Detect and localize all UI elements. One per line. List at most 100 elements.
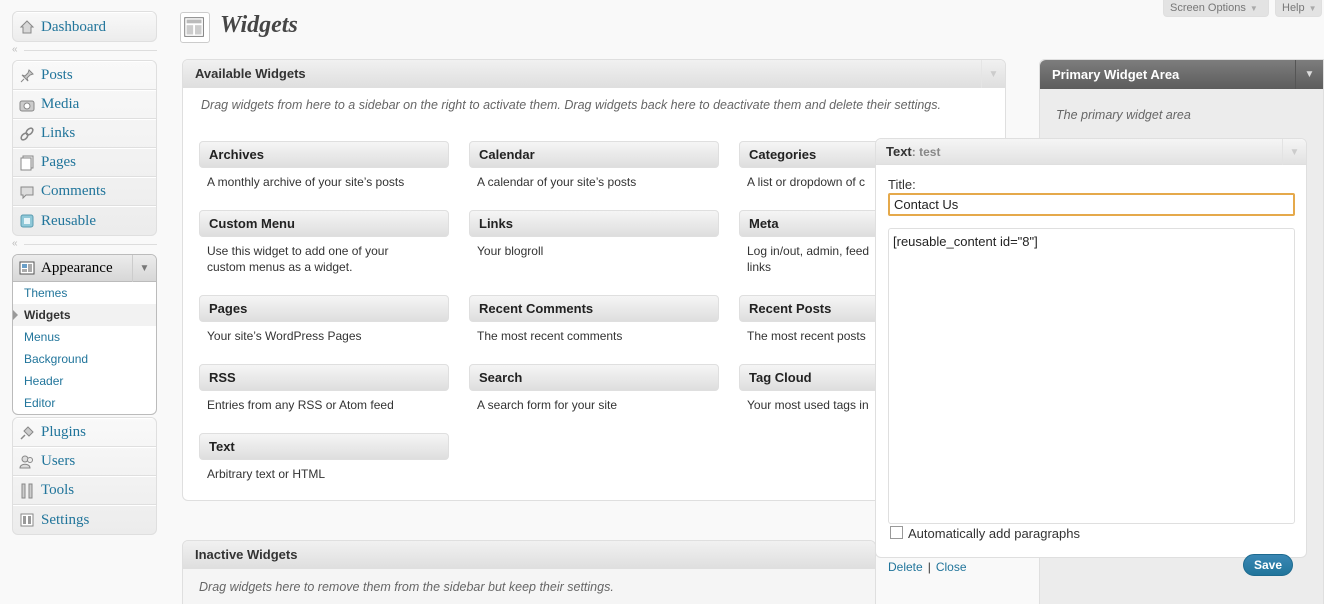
caret-down-icon: ▼ <box>1249 3 1258 13</box>
widget-calendar[interactable]: Calendar <box>469 141 719 168</box>
widget-description: Arbitrary text or HTML <box>207 467 326 481</box>
widget-title: Search <box>479 370 523 385</box>
widget-description: Your blogroll <box>477 244 544 258</box>
widget-title: Pages <box>209 301 248 316</box>
menu-label-pages: Pages <box>41 154 76 170</box>
users-icon <box>19 454 35 470</box>
widget-description: The most recent comments <box>477 329 623 343</box>
widget-rss[interactable]: RSS <box>199 364 449 391</box>
menu-item-comments[interactable]: Comments <box>13 177 156 206</box>
menu-item-plugins[interactable]: Plugins <box>13 418 156 447</box>
widget-links[interactable]: Links <box>469 210 719 237</box>
menu-item-tools[interactable]: Tools <box>13 476 156 505</box>
widget-pages[interactable]: Pages <box>199 295 449 322</box>
caret-down-icon: ▼ <box>1308 3 1317 13</box>
widget-title: Categories <box>749 147 817 162</box>
plug-icon <box>19 425 35 441</box>
auto-paragraphs-label: Automatically add paragraphs <box>908 526 1080 541</box>
primary-widget-area-header[interactable]: Primary Widget Area ▼ <box>1040 60 1323 89</box>
title-label: Title: <box>888 177 916 192</box>
menu-item-reusable[interactable]: Reusable <box>13 206 156 235</box>
widget-description: Your site’s WordPress Pages <box>207 329 362 343</box>
submenu-item-themes[interactable]: Themes <box>13 282 156 304</box>
widget-title: Archives <box>209 147 264 162</box>
close-link[interactable]: Close <box>936 560 967 574</box>
submenu-item-background[interactable]: Background <box>13 348 156 370</box>
menu-group-content: Posts Media Links Pages Comments Reusabl… <box>12 60 157 236</box>
menu-group-dashboard: Dashboard <box>12 11 157 42</box>
menu-group-appearance: Appearance ▼ Themes Widgets Menus Backgr… <box>12 254 157 415</box>
inactive-widgets-description: Drag widgets here to remove them from th… <box>199 580 614 594</box>
menu-item-posts[interactable]: Posts <box>13 61 156 90</box>
inactive-widgets-panel: Inactive Widgets Drag widgets here to re… <box>182 540 876 604</box>
link-icon <box>19 126 35 142</box>
menu-item-pages[interactable]: Pages <box>13 148 156 177</box>
screen-options-label: Screen Options <box>1170 2 1246 14</box>
available-widgets-description: Drag widgets from here to a sidebar on t… <box>201 98 941 112</box>
camera-icon <box>19 97 35 113</box>
widget-search[interactable]: Search <box>469 364 719 391</box>
widget-recent-comments[interactable]: Recent Comments <box>469 295 719 322</box>
menu-label-tools: Tools <box>41 482 75 498</box>
content-textarea[interactable]: [reusable_content id="8"] <box>888 228 1295 524</box>
text-widget-instance: : test <box>911 144 941 159</box>
screen-options-button[interactable]: Screen Options ▼ <box>1163 0 1269 17</box>
toggle-arrow-icon[interactable]: ▼ <box>981 60 1005 88</box>
pages-icon <box>19 155 35 171</box>
primary-widget-area-title: Primary Widget Area <box>1052 67 1180 82</box>
menu-separator[interactable]: « <box>12 42 157 60</box>
submenu-item-menus[interactable]: Menus <box>13 326 156 348</box>
chevron-down-icon[interactable]: ▼ <box>132 255 156 282</box>
menu-label-media: Media <box>41 96 80 112</box>
menu-label-users: Users <box>41 453 76 469</box>
menu-item-media[interactable]: Media <box>13 90 156 119</box>
menu-label-links: Links <box>41 125 76 141</box>
submenu-item-editor[interactable]: Editor <box>13 392 156 414</box>
widget-archives[interactable]: Archives <box>199 141 449 168</box>
menu-label-appearance: Appearance <box>41 259 113 276</box>
title-input[interactable] <box>888 193 1295 216</box>
menu-item-users[interactable]: Users <box>13 447 156 476</box>
menu-item-settings[interactable]: Settings <box>13 505 156 534</box>
tools-icon <box>19 483 35 499</box>
widget-title: Recent Posts <box>749 301 832 316</box>
widget-description: Use this widget to add one of your custo… <box>207 244 389 274</box>
submenu-item-header[interactable]: Header <box>13 370 156 392</box>
menu-label-settings: Settings <box>41 511 90 528</box>
menu-label-reusable: Reusable <box>41 212 96 229</box>
widgets-page-icon <box>180 12 210 43</box>
inactive-widgets-header[interactable]: Inactive Widgets <box>183 541 875 569</box>
delete-link[interactable]: Delete <box>888 560 923 574</box>
text-widget-form: Text: test ▼ Title: [reusable_content id… <box>875 138 1307 576</box>
widget-title: Text <box>209 439 235 454</box>
menu-item-dashboard[interactable]: Dashboard <box>13 12 156 41</box>
text-widget-name: Text <box>886 144 912 159</box>
primary-widget-area-description: The primary widget area <box>1056 108 1191 122</box>
pin-icon <box>19 68 35 84</box>
auto-paragraphs-checkbox[interactable] <box>890 526 903 539</box>
reusable-icon <box>19 213 35 229</box>
widget-title: Calendar <box>479 147 535 162</box>
widget-title: Recent Comments <box>479 301 594 316</box>
help-button[interactable]: Help ▼ <box>1275 0 1322 17</box>
menu-separator[interactable]: « <box>12 236 157 254</box>
text-widget-header[interactable]: Text: test ▼ <box>876 139 1306 165</box>
widget-title: Links <box>479 216 513 231</box>
menu-label-posts: Posts <box>41 67 73 83</box>
widget-title: Meta <box>749 216 779 231</box>
menu-item-appearance[interactable]: Appearance ▼ <box>13 255 156 282</box>
widget-text[interactable]: Text <box>199 433 449 460</box>
widget-title: Tag Cloud <box>749 370 812 385</box>
menu-item-links[interactable]: Links <box>13 119 156 148</box>
widget-control-links: Delete | Close <box>888 560 967 574</box>
comment-icon <box>19 184 35 200</box>
save-button[interactable]: Save <box>1243 554 1293 576</box>
menu-group-tools: Plugins Users Tools Settings <box>12 417 157 535</box>
widget-custom-menu[interactable]: Custom Menu <box>199 210 449 237</box>
toggle-arrow-icon[interactable]: ▼ <box>1295 60 1323 89</box>
toggle-arrow-icon[interactable]: ▼ <box>1282 139 1306 165</box>
inactive-widgets-title: Inactive Widgets <box>195 547 298 562</box>
widget-description: A monthly archive of your site’s posts <box>207 175 405 189</box>
submenu-item-widgets[interactable]: Widgets <box>13 304 156 326</box>
available-widgets-header[interactable]: Available Widgets ▼ <box>183 60 1005 88</box>
